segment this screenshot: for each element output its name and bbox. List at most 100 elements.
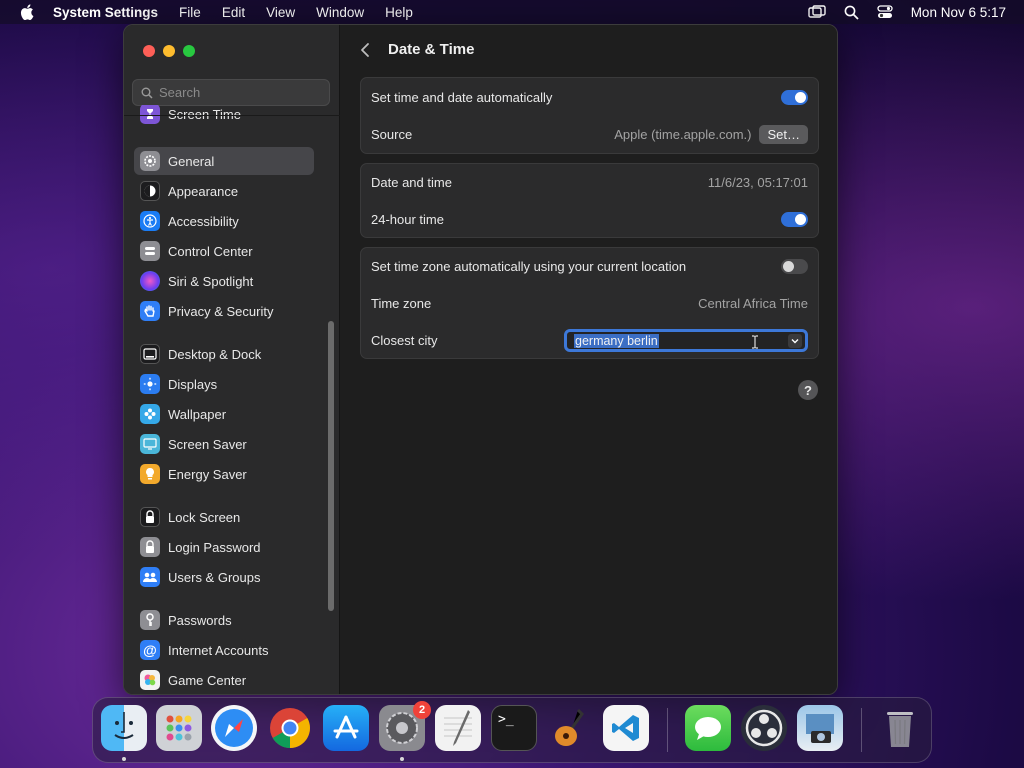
sidebar-item-screen-time[interactable]: Screen Time bbox=[134, 105, 314, 129]
obs-icon[interactable] bbox=[741, 705, 787, 751]
key-icon bbox=[140, 610, 160, 630]
vscode-icon[interactable] bbox=[603, 705, 649, 751]
garageband-icon[interactable] bbox=[547, 705, 593, 751]
dock-separator bbox=[861, 708, 862, 752]
sidebar-divider bbox=[124, 115, 340, 116]
date-time-label: Date and time bbox=[371, 175, 452, 190]
date-time-value[interactable]: 11/6/23, 05:17:01 bbox=[708, 175, 808, 190]
sidebar-item-siri-spotlight[interactable]: Siri & Spotlight bbox=[134, 267, 314, 295]
sidebar-search[interactable] bbox=[132, 79, 330, 106]
sun-icon bbox=[140, 374, 160, 394]
sidebar-item-users-groups[interactable]: Users & Groups bbox=[134, 563, 314, 591]
sidebar-item-privacy-security[interactable]: Privacy & Security bbox=[134, 297, 314, 325]
finder-icon[interactable] bbox=[101, 705, 147, 751]
sidebar-item-label: Screen Saver bbox=[168, 436, 247, 452]
gear-icon bbox=[140, 151, 160, 171]
dock: 2 >_ bbox=[92, 697, 932, 763]
time-zone-label: Time zone bbox=[371, 296, 432, 311]
sidebar-item-control-center[interactable]: Control Center bbox=[134, 237, 314, 265]
safari-icon[interactable] bbox=[211, 705, 257, 751]
chrome-icon[interactable] bbox=[267, 705, 313, 751]
hour24-label: 24-hour time bbox=[371, 212, 444, 227]
menu-view[interactable]: View bbox=[266, 5, 295, 20]
accessibility-icon bbox=[140, 211, 160, 231]
sidebar-item-screen-saver[interactable]: Screen Saver bbox=[134, 430, 314, 458]
closest-city-label: Closest city bbox=[371, 333, 438, 348]
chevron-down-icon[interactable] bbox=[788, 334, 802, 348]
auto-time-toggle[interactable] bbox=[781, 90, 808, 105]
terminal-icon[interactable]: >_ bbox=[491, 705, 537, 751]
screen-saver-icon bbox=[140, 434, 160, 454]
menu-window[interactable]: Window bbox=[316, 5, 364, 20]
date-time-group: Date and time 11/6/23, 05:17:01 24-hour … bbox=[360, 163, 819, 238]
closest-city-combobox[interactable]: germany berlin bbox=[564, 329, 808, 352]
appearance-icon bbox=[140, 181, 160, 201]
sidebar-item-passwords[interactable]: Passwords bbox=[134, 606, 314, 634]
control-center-icon[interactable] bbox=[877, 5, 893, 19]
apple-menu-icon[interactable] bbox=[20, 4, 34, 20]
sidebar-item-label: Accessibility bbox=[168, 213, 239, 229]
sidebar-item-internet-accounts[interactable]: @ Internet Accounts bbox=[134, 636, 314, 664]
notification-badge: 2 bbox=[413, 701, 431, 719]
sidebar-item-desktop-dock[interactable]: Desktop & Dock bbox=[134, 340, 314, 368]
preview-icon[interactable] bbox=[797, 705, 843, 751]
source-label: Source bbox=[371, 127, 413, 142]
sidebar-item-general[interactable]: General bbox=[134, 147, 314, 175]
sidebar-item-accessibility[interactable]: Accessibility bbox=[134, 207, 314, 235]
date-time-row: Date and time 11/6/23, 05:17:01 bbox=[361, 164, 818, 201]
help-button[interactable]: ? bbox=[798, 380, 818, 400]
sidebar-item-label: Desktop & Dock bbox=[168, 346, 262, 362]
textedit-icon[interactable] bbox=[435, 705, 481, 751]
sidebar-scrollbar[interactable] bbox=[328, 321, 334, 611]
messages-icon[interactable] bbox=[685, 705, 731, 751]
minimize-button[interactable] bbox=[163, 45, 175, 57]
auto-tz-toggle[interactable] bbox=[781, 259, 808, 274]
control-center-icon bbox=[140, 241, 160, 261]
sidebar-item-label: Control Center bbox=[168, 243, 253, 259]
menu-app-name[interactable]: System Settings bbox=[53, 5, 158, 20]
screen-mirroring-icon[interactable] bbox=[807, 5, 826, 19]
sidebar-item-game-center[interactable]: Game Center bbox=[134, 666, 314, 694]
trash-icon[interactable] bbox=[877, 705, 923, 751]
sidebar-item-label: Siri & Spotlight bbox=[168, 273, 254, 289]
search-input[interactable] bbox=[159, 85, 319, 100]
spotlight-search-icon[interactable] bbox=[844, 5, 859, 20]
closest-city-input[interactable]: germany berlin bbox=[574, 333, 659, 348]
running-indicator bbox=[400, 757, 404, 761]
menu-file[interactable]: File bbox=[179, 5, 201, 20]
time-zone-value: Central Africa Time bbox=[698, 296, 808, 311]
auto-tz-row: Set time zone automatically using your c… bbox=[361, 248, 818, 285]
lock-icon bbox=[140, 507, 160, 527]
content-header: Date & Time bbox=[360, 41, 474, 58]
sidebar-item-label: Displays bbox=[168, 376, 218, 392]
hour24-toggle[interactable] bbox=[781, 212, 808, 227]
closest-city-row: Closest city germany berlin bbox=[361, 322, 818, 359]
app-store-icon[interactable] bbox=[323, 705, 369, 751]
menu-help[interactable]: Help bbox=[385, 5, 413, 20]
set-source-button[interactable]: Set… bbox=[759, 125, 808, 144]
flower-icon bbox=[140, 404, 160, 424]
dock-icon bbox=[140, 344, 160, 364]
siri-icon bbox=[140, 271, 160, 291]
auto-tz-label: Set time zone automatically using your c… bbox=[371, 259, 687, 274]
source-value: Apple (time.apple.com.) bbox=[614, 127, 752, 142]
sidebar-item-login-password[interactable]: Login Password bbox=[134, 533, 314, 561]
back-chevron-icon[interactable] bbox=[360, 42, 370, 58]
source-row: Source Apple (time.apple.com.) Set… bbox=[361, 116, 818, 153]
sidebar-item-label: General bbox=[168, 153, 215, 169]
menu-clock[interactable]: Mon Nov 6 5:17 bbox=[911, 5, 1006, 20]
zoom-button[interactable] bbox=[183, 45, 195, 57]
launchpad-icon[interactable] bbox=[156, 705, 202, 751]
sidebar-item-appearance[interactable]: Appearance bbox=[134, 177, 314, 205]
time-zone-row: Time zone Central Africa Time bbox=[361, 285, 818, 322]
close-button[interactable] bbox=[143, 45, 155, 57]
hour24-row: 24-hour time bbox=[361, 201, 818, 238]
sidebar-item-wallpaper[interactable]: Wallpaper bbox=[134, 400, 314, 428]
sidebar-item-energy-saver[interactable]: Energy Saver bbox=[134, 460, 314, 488]
sidebar-item-lock-screen[interactable]: Lock Screen bbox=[134, 503, 314, 531]
content-pane: Date & Time Set time and date automatica… bbox=[340, 25, 837, 694]
text-cursor-icon bbox=[752, 335, 758, 349]
sidebar-item-label: Energy Saver bbox=[168, 466, 247, 482]
menu-edit[interactable]: Edit bbox=[222, 5, 245, 20]
sidebar-item-displays[interactable]: Displays bbox=[134, 370, 314, 398]
